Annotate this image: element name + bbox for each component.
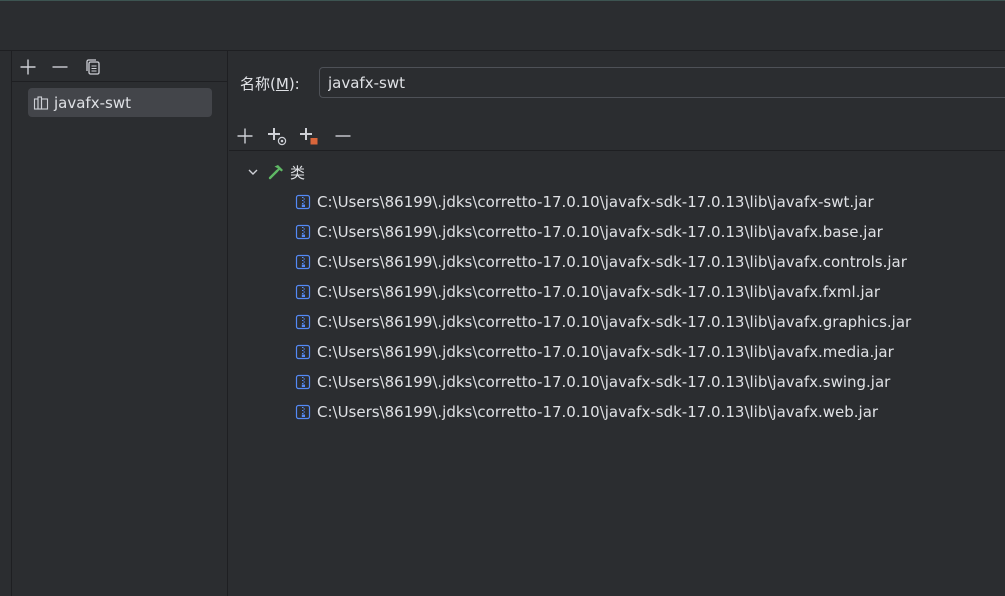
minus-icon xyxy=(52,66,68,68)
jar-file-path: C:\Users\86199\.jdks\corretto-17.0.10\ja… xyxy=(317,193,874,211)
jar-file-icon xyxy=(295,374,311,390)
library-item-label: javafx-swt xyxy=(54,93,131,112)
jar-file-row[interactable]: C:\Users\86199\.jdks\corretto-17.0.10\ja… xyxy=(295,340,894,364)
jar-file-icon xyxy=(295,194,311,210)
jar-file-path: C:\Users\86199\.jdks\corretto-17.0.10\ja… xyxy=(317,403,879,421)
jar-file-icon xyxy=(295,344,311,360)
library-item-javafx-swt[interactable]: javafx-swt xyxy=(28,88,212,117)
jar-file-row[interactable]: C:\Users\86199\.jdks\corretto-17.0.10\ja… xyxy=(295,190,874,214)
library-details-panel: 名称(M): javafx-swt 类 C:\Users\86199\.jdks… xyxy=(229,51,1005,596)
jar-file-path: C:\Users\86199\.jdks\corretto-17.0.10\ja… xyxy=(317,253,907,271)
tree-node-classes[interactable]: 类 xyxy=(245,160,305,184)
jar-file-row[interactable]: C:\Users\86199\.jdks\corretto-17.0.10\ja… xyxy=(295,250,907,274)
jar-file-row[interactable]: C:\Users\86199\.jdks\corretto-17.0.10\ja… xyxy=(295,400,878,424)
jar-file-path: C:\Users\86199\.jdks\corretto-17.0.10\ja… xyxy=(317,223,883,241)
remove-root-button[interactable] xyxy=(331,124,355,148)
copy-library-button[interactable] xyxy=(82,56,104,78)
plus-icon xyxy=(237,128,253,144)
jar-file-row[interactable]: C:\Users\86199\.jdks\corretto-17.0.10\ja… xyxy=(295,310,911,334)
minus-icon xyxy=(335,135,351,137)
add-from-maven-icon xyxy=(268,128,287,146)
jar-file-path: C:\Users\86199\.jdks\corretto-17.0.10\ja… xyxy=(317,313,912,331)
add-from-maven-button[interactable] xyxy=(265,124,289,148)
jar-file-path: C:\Users\86199\.jdks\corretto-17.0.10\ja… xyxy=(317,343,894,361)
library-icon xyxy=(33,95,49,111)
remove-library-button[interactable] xyxy=(49,56,71,78)
jar-file-path: C:\Users\86199\.jdks\corretto-17.0.10\ja… xyxy=(317,283,880,301)
jar-file-path: C:\Users\86199\.jdks\corretto-17.0.10\ja… xyxy=(317,373,891,391)
library-list-toolbar xyxy=(12,51,228,82)
jar-file-row[interactable]: C:\Users\86199\.jdks\corretto-17.0.10\ja… xyxy=(295,280,880,304)
tree-node-label: 类 xyxy=(290,163,306,182)
add-library-button[interactable] xyxy=(17,56,39,78)
copy-icon xyxy=(86,59,100,75)
name-label: 名称(M): xyxy=(240,75,300,93)
add-artifact-button[interactable] xyxy=(297,124,321,148)
jar-file-icon xyxy=(295,284,311,300)
left-gutter xyxy=(0,51,12,596)
name-input[interactable] xyxy=(319,67,1005,98)
jar-file-row[interactable]: C:\Users\86199\.jdks\corretto-17.0.10\ja… xyxy=(295,220,883,244)
roots-toolbar xyxy=(229,121,1005,151)
jar-file-icon xyxy=(295,224,311,240)
library-list-panel: javafx-swt xyxy=(12,51,228,596)
hammer-icon xyxy=(267,163,285,181)
chevron-down-icon[interactable] xyxy=(245,164,261,180)
plus-icon xyxy=(20,59,36,75)
add-root-button[interactable] xyxy=(233,124,257,148)
add-artifact-icon xyxy=(300,128,318,145)
jar-file-icon xyxy=(295,314,311,330)
dialog-top-area xyxy=(0,0,1005,51)
jar-file-row[interactable]: C:\Users\86199\.jdks\corretto-17.0.10\ja… xyxy=(295,370,890,394)
jar-file-icon xyxy=(295,404,311,420)
jar-file-icon xyxy=(295,254,311,270)
name-row: 名称(M): xyxy=(229,67,1005,99)
